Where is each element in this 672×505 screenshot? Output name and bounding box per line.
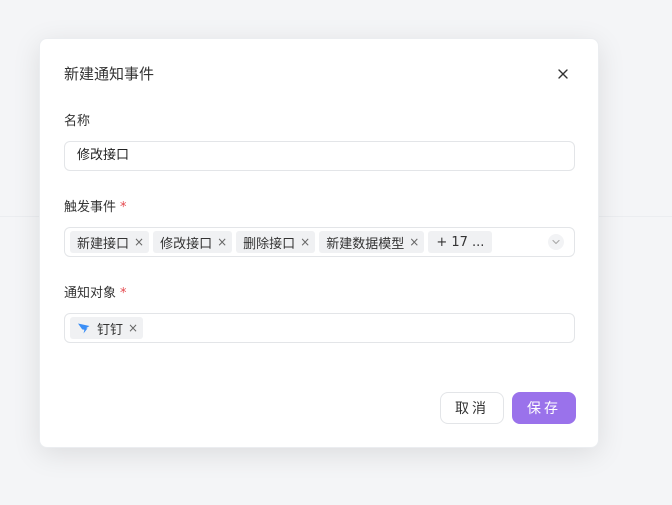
- close-icon: [558, 69, 568, 79]
- tag-remove-button[interactable]: ×: [217, 236, 227, 248]
- cancel-button[interactable]: 取消: [440, 392, 504, 424]
- notify-targets-tags: 钉钉 ×: [70, 317, 144, 339]
- trigger-events-label: 触发事件 *: [64, 200, 127, 215]
- trigger-events-select[interactable]: 新建接口 × 修改接口 × 删除接口 × 新建数据模型 × + 17 ...: [64, 227, 575, 257]
- name-input[interactable]: [77, 142, 557, 170]
- more-tags-count[interactable]: + 17 ...: [428, 231, 493, 253]
- chevron-down-icon: [552, 239, 560, 245]
- name-field[interactable]: [64, 141, 575, 171]
- tag-modify-api: 修改接口 ×: [153, 231, 233, 253]
- tag-delete-api: 删除接口 ×: [236, 231, 316, 253]
- notify-targets-label: 通知对象 *: [64, 286, 127, 301]
- close-button[interactable]: [553, 64, 573, 84]
- notification-event-dialog: 新建通知事件 名称 触发事件* 新建接口 × 修改接口 × 删除接口 ×: [39, 38, 599, 448]
- save-button[interactable]: 保存: [512, 392, 576, 424]
- tag-create-api: 新建接口 ×: [70, 231, 150, 253]
- notify-targets-select[interactable]: 钉钉 ×: [64, 313, 575, 343]
- trigger-events-tags: 新建接口 × 修改接口 × 删除接口 × 新建数据模型 × + 17 ...: [70, 231, 493, 253]
- tag-remove-button[interactable]: ×: [409, 236, 419, 248]
- tag-remove-button[interactable]: ×: [128, 322, 138, 334]
- dingtalk-icon: [77, 321, 91, 335]
- required-mark: *: [120, 286, 127, 301]
- tag-remove-button[interactable]: ×: [134, 236, 144, 248]
- dropdown-toggle[interactable]: [548, 234, 564, 250]
- required-mark: *: [120, 200, 127, 215]
- tag-create-data-model: 新建数据模型 ×: [319, 231, 425, 253]
- tag-dingtalk: 钉钉 ×: [70, 317, 144, 339]
- dialog-title: 新建通知事件: [64, 65, 155, 83]
- tag-remove-button[interactable]: ×: [300, 236, 310, 248]
- name-label: 名称: [64, 114, 91, 129]
